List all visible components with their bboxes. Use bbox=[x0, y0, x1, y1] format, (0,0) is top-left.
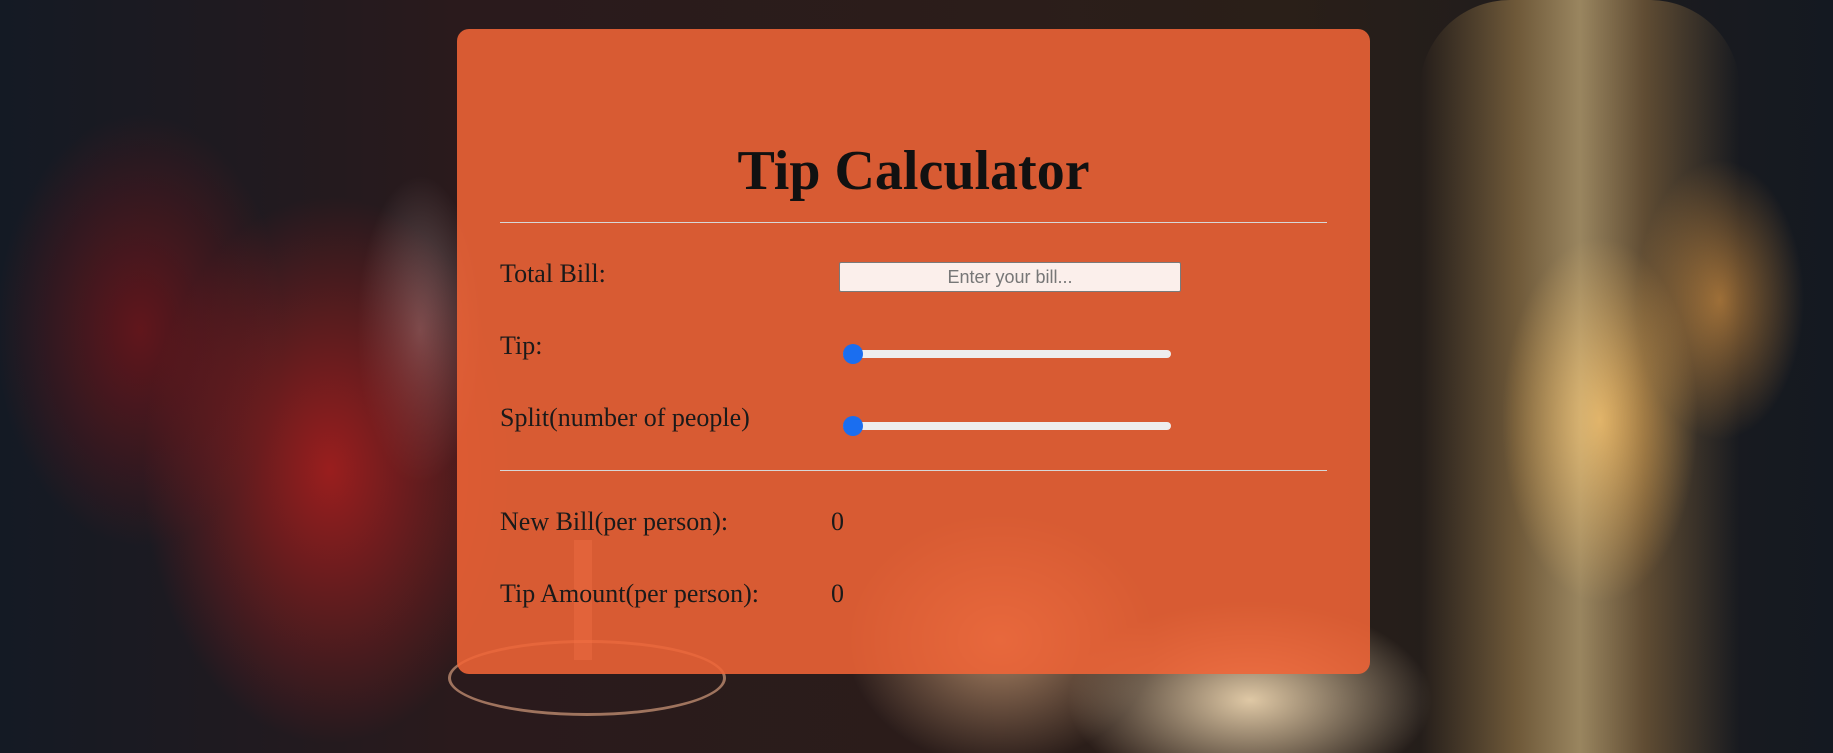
new-bill-label: New Bill(per person): bbox=[500, 507, 729, 536]
tip-slider-thumb[interactable] bbox=[843, 344, 863, 364]
tip-calculator-card: Tip Calculator Total Bill: Tip: Split(nu… bbox=[457, 29, 1370, 674]
split-slider-thumb[interactable] bbox=[843, 416, 863, 436]
tip-label: Tip: bbox=[500, 331, 543, 360]
page-title: Tip Calculator bbox=[737, 140, 1090, 202]
split-slider-track[interactable] bbox=[843, 422, 1171, 430]
tip-slider[interactable] bbox=[843, 344, 1171, 364]
tip-amount-label: Tip Amount(per person): bbox=[500, 579, 760, 608]
split-label: Split(number of people) bbox=[500, 403, 750, 432]
new-bill-value: 0 bbox=[831, 507, 844, 536]
total-bill-label: Total Bill: bbox=[500, 259, 606, 288]
background-bottle bbox=[1420, 0, 1740, 753]
tip-amount-value: 0 bbox=[831, 579, 844, 608]
tip-slider-track[interactable] bbox=[843, 350, 1171, 358]
total-bill-input[interactable] bbox=[839, 262, 1181, 292]
divider-top bbox=[500, 222, 1327, 223]
divider-bottom bbox=[500, 470, 1327, 471]
split-slider[interactable] bbox=[843, 416, 1171, 436]
